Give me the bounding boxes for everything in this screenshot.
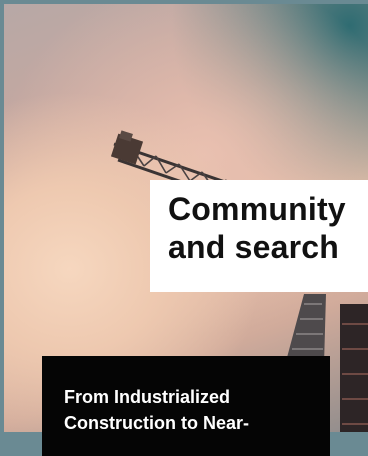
headline-line-1: Community: [168, 191, 346, 227]
teaser-line-1: From Industrialized: [64, 387, 231, 407]
headline-line-2: and search: [168, 229, 339, 265]
teaser-line-2: Construction to Near-: [64, 413, 250, 433]
headline-card[interactable]: Community and search: [150, 180, 368, 292]
article-teaser-card[interactable]: From Industrialized Construction to Near…: [42, 356, 330, 456]
